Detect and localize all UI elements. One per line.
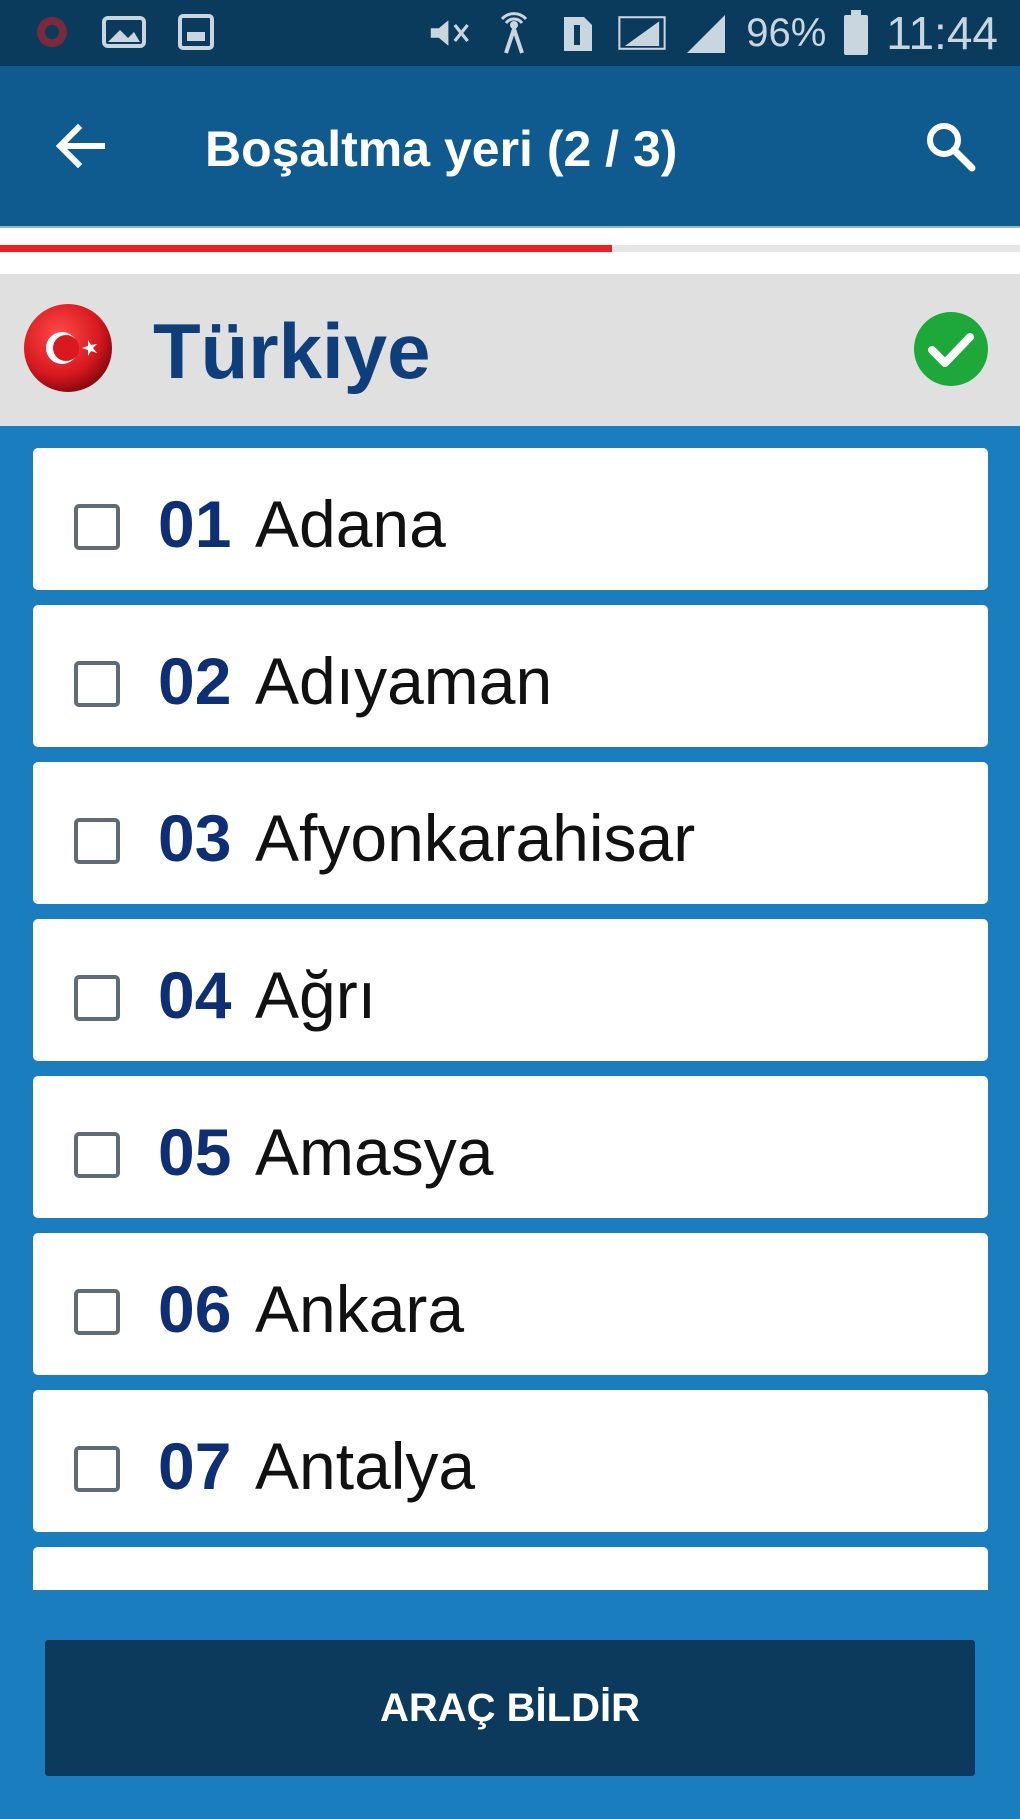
back-button[interactable] bbox=[40, 106, 120, 186]
hotspot-icon bbox=[490, 11, 538, 55]
clock: 11:44 bbox=[886, 7, 998, 59]
signal-2-icon bbox=[682, 11, 730, 55]
city-code: 01 bbox=[158, 487, 232, 561]
city-code: 05 bbox=[158, 1115, 232, 1189]
page-title: Boşaltma yeri (2 / 3) bbox=[205, 121, 678, 177]
progress-fill bbox=[0, 245, 612, 252]
list-item[interactable]: 03 Afyonkarahisar bbox=[33, 762, 988, 904]
city-name: Ağrı bbox=[255, 958, 377, 1032]
list-item[interactable]: 02 Adıyaman bbox=[33, 605, 988, 747]
gallery-notification-icon bbox=[172, 10, 220, 54]
city-code: 03 bbox=[158, 801, 232, 875]
checkbox[interactable] bbox=[74, 1132, 120, 1178]
system-icons: 96% 11:44 bbox=[426, 6, 998, 60]
city-name: Ankara bbox=[255, 1272, 465, 1346]
mute-icon bbox=[426, 11, 474, 55]
city-code: 06 bbox=[158, 1272, 232, 1346]
list-item[interactable]: 04 Ağrı bbox=[33, 919, 988, 1061]
image-notification-icon bbox=[100, 10, 148, 54]
city-code: 02 bbox=[158, 644, 232, 718]
checkbox[interactable] bbox=[74, 1446, 120, 1492]
battery-percent: 96% bbox=[746, 10, 827, 55]
country-name: Türkiye bbox=[153, 307, 431, 395]
report-vehicle-button[interactable]: ARAÇ BİLDİR bbox=[45, 1640, 975, 1776]
check-circle-icon bbox=[914, 312, 988, 386]
progress-track bbox=[0, 245, 1020, 252]
city-name: Antalya bbox=[255, 1429, 476, 1503]
checkbox[interactable] bbox=[74, 1289, 120, 1335]
city-name: Adıyaman bbox=[255, 644, 553, 718]
checkbox[interactable] bbox=[74, 818, 120, 864]
arrow-left-icon bbox=[55, 123, 105, 169]
sim-icon bbox=[554, 11, 602, 55]
country-header[interactable]: Türkiye bbox=[0, 274, 1020, 430]
search-icon bbox=[927, 123, 976, 172]
checkbox[interactable] bbox=[74, 975, 120, 1021]
checkbox[interactable] bbox=[74, 504, 120, 550]
city-list[interactable]: 01 Adana 02 Adıyaman 03 Afyonkarahisar 0… bbox=[33, 448, 988, 1590]
bottom-bar: ARAÇ BİLDİR bbox=[0, 1590, 1020, 1819]
status-bar: 96% 11:44 bbox=[0, 0, 1020, 66]
city-name: Amasya bbox=[255, 1115, 494, 1189]
list-item[interactable]: 01 Adana bbox=[33, 448, 988, 590]
list-item[interactable]: 06 Ankara bbox=[33, 1233, 988, 1375]
city-code: 04 bbox=[158, 958, 232, 1032]
list-item[interactable]: 05 Amasya bbox=[33, 1076, 988, 1218]
city-code: 07 bbox=[158, 1429, 232, 1503]
battery-icon bbox=[842, 10, 870, 55]
list-item-partial[interactable] bbox=[33, 1547, 988, 1590]
turkey-flag-icon bbox=[24, 304, 112, 392]
progress-bar bbox=[0, 226, 1020, 276]
app-notification-icon bbox=[28, 10, 76, 54]
checkbox[interactable] bbox=[74, 661, 120, 707]
list-item[interactable]: 07 Antalya bbox=[33, 1390, 988, 1532]
search-button[interactable] bbox=[910, 106, 990, 186]
signal-icon bbox=[618, 11, 666, 55]
city-name: Afyonkarahisar bbox=[255, 801, 696, 875]
city-name: Adana bbox=[255, 487, 446, 561]
app-bar: Boşaltma yeri (2 / 3) bbox=[0, 66, 1020, 226]
notification-icons bbox=[28, 10, 220, 54]
